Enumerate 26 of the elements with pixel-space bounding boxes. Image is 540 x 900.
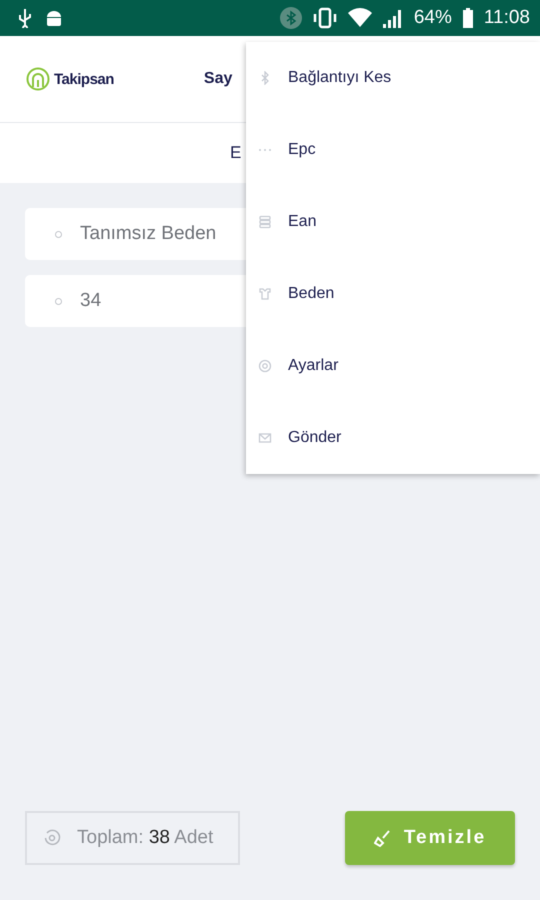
stack-icon bbox=[258, 215, 272, 229]
clock: 11:08 bbox=[484, 7, 530, 29]
menu-item[interactable]: Ayarlar bbox=[246, 330, 540, 402]
battery-icon bbox=[462, 7, 474, 29]
broom-icon bbox=[374, 829, 392, 847]
refresh-icon bbox=[43, 829, 61, 847]
menu-item[interactable]: Epc bbox=[246, 114, 540, 186]
wifi-icon bbox=[348, 8, 372, 28]
menu-item[interactable]: Beden bbox=[246, 258, 540, 330]
menu-item[interactable]: Bağlantıyı Kes bbox=[246, 42, 540, 114]
shirt-icon bbox=[258, 287, 272, 301]
battery-percent: 64% bbox=[414, 7, 452, 29]
menu-item[interactable]: Ean bbox=[246, 186, 540, 258]
bullet-icon bbox=[55, 298, 62, 304]
logo-text: Takipsan bbox=[54, 70, 114, 88]
signal-icon bbox=[382, 7, 404, 29]
page-title: Say bbox=[204, 70, 232, 88]
bluetooth-icon bbox=[280, 7, 302, 29]
vibrate-icon bbox=[312, 7, 338, 29]
mail-icon bbox=[258, 431, 272, 445]
bullet-icon bbox=[55, 230, 62, 238]
total-count: Toplam: 38 Adet bbox=[77, 827, 214, 849]
settings-icon bbox=[258, 359, 272, 373]
logo-icon bbox=[26, 67, 50, 91]
section-title: E bbox=[230, 143, 242, 163]
menu-item[interactable]: Gönder bbox=[246, 402, 540, 474]
